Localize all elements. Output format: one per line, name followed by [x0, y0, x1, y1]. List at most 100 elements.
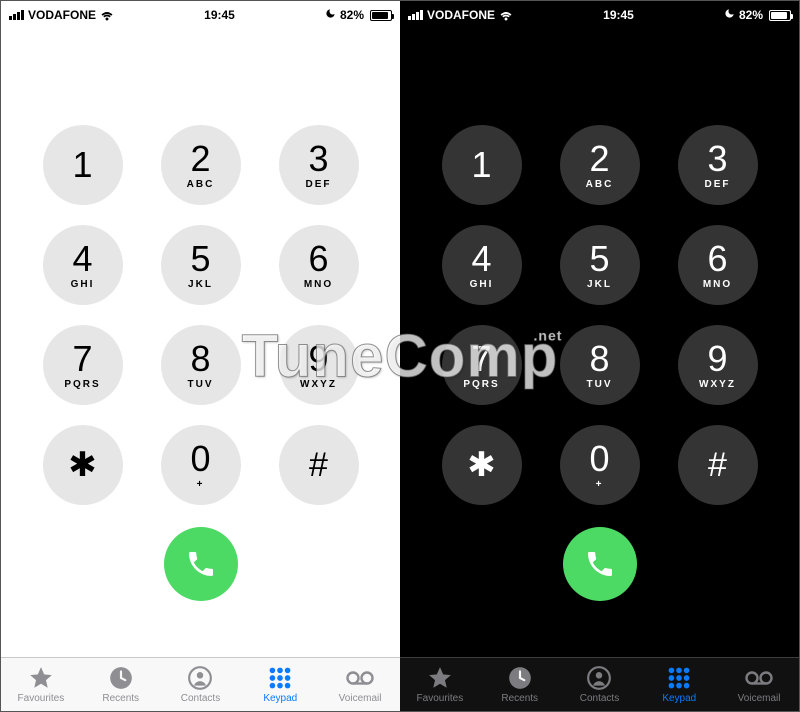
- status-bar: VODAFONE 19:45 82%: [1, 1, 400, 25]
- key-letters: MNO: [304, 279, 333, 290]
- key-letters: JKL: [587, 279, 612, 290]
- key-letters: ABC: [187, 179, 215, 190]
- key-letters: PQRS: [463, 379, 499, 390]
- tab-favourites[interactable]: Favourites: [1, 658, 81, 711]
- key-digit: 3: [308, 141, 328, 177]
- key-digit: 8: [190, 341, 210, 377]
- wifi-icon: [100, 10, 114, 21]
- tab-label: Favourites: [18, 693, 65, 704]
- phone-app-light: VODAFONE 19:45 82% 1 2 ABC 3 DEF 4GHI 5 JKL 6MNO…: [1, 1, 400, 711]
- key-digit: 2: [589, 141, 609, 177]
- key-digit: 2: [190, 141, 210, 177]
- tab-contacts[interactable]: Contacts: [161, 658, 241, 711]
- key-4[interactable]: 4GHI: [43, 225, 123, 305]
- tab-label: Favourites: [417, 693, 464, 704]
- carrier-label: VODAFONE: [427, 8, 495, 22]
- tab-bar: Favourites Recents Contacts KeypadVoicemail: [1, 657, 400, 711]
- tab-contacts[interactable]: Contacts: [560, 658, 640, 711]
- key-digit: 1: [471, 147, 491, 183]
- key-letters: GHI: [71, 279, 95, 290]
- key-letters: +: [596, 479, 604, 490]
- carrier-label: VODAFONE: [28, 8, 96, 22]
- key-hash[interactable]: #: [678, 425, 758, 505]
- key-digit: 0: [589, 441, 609, 477]
- key-1[interactable]: 1: [442, 125, 522, 205]
- voicemail-icon: [744, 665, 774, 691]
- tab-keypad[interactable]: Keypad: [639, 658, 719, 711]
- key-digit: 9: [308, 341, 328, 377]
- favourites-icon: [28, 665, 54, 691]
- keypad: 12ABC3DEF4GHI5JKL6MNO7PQRS8TUV9WXYZ✱0+#: [400, 125, 799, 505]
- key-0[interactable]: 0+: [560, 425, 640, 505]
- recents-icon: [108, 665, 134, 691]
- key-9[interactable]: 9 WXYZ: [678, 325, 758, 405]
- tab-label: Voicemail: [738, 693, 781, 704]
- tab-label: Contacts: [181, 693, 220, 704]
- key-3[interactable]: 3DEF: [678, 125, 758, 205]
- key-letters: WXYZ: [699, 379, 736, 390]
- key-digit: 9: [707, 341, 727, 377]
- key-2[interactable]: 2ABC: [560, 125, 640, 205]
- keypad-icon: [267, 665, 293, 691]
- battery-pct: 82%: [340, 8, 364, 22]
- key-digit: 0: [190, 441, 210, 477]
- tab-keypad[interactable]: Keypad: [240, 658, 320, 711]
- favourites-icon: [427, 665, 453, 691]
- battery-icon: [769, 10, 791, 21]
- key-letters: +: [197, 479, 205, 490]
- key-digit: #: [708, 448, 727, 482]
- key-digit: 8: [589, 341, 609, 377]
- clock: 19:45: [513, 8, 724, 22]
- key-5[interactable]: 5JKL: [560, 225, 640, 305]
- key-digit: 1: [72, 147, 92, 183]
- key-digit: 4: [471, 241, 491, 277]
- tab-bar: Favourites Recents ContactsKeypad Voicemail: [400, 657, 799, 711]
- tab-recents[interactable]: Recents: [480, 658, 560, 711]
- key-6[interactable]: 6MNO: [678, 225, 758, 305]
- key-digit: #: [309, 448, 328, 482]
- phone-icon: [584, 548, 616, 580]
- keypad: 12ABC3DEF4GHI5JKL6MNO7PQRS8TUV9WXYZ✱0+#: [1, 125, 400, 505]
- key-digit: 3: [707, 141, 727, 177]
- key-3[interactable]: 3 DEF: [279, 125, 359, 205]
- key-9[interactable]: 9 WXYZ: [279, 325, 359, 405]
- tab-favourites[interactable]: Favourites: [400, 658, 480, 711]
- key-star[interactable]: ✱: [442, 425, 522, 505]
- key-letters: GHI: [470, 279, 494, 290]
- call-button[interactable]: [563, 527, 637, 601]
- signal-icon: [408, 10, 423, 20]
- key-letters: WXYZ: [300, 379, 337, 390]
- key-8[interactable]: 8 TUV: [161, 325, 241, 405]
- key-letters: MNO: [703, 279, 732, 290]
- key-8[interactable]: 8 TUV: [560, 325, 640, 405]
- key-digit: 5: [190, 241, 210, 277]
- contacts-icon: [586, 665, 612, 691]
- key-1[interactable]: 1: [43, 125, 123, 205]
- key-letters: DEF: [306, 179, 332, 190]
- key-7[interactable]: 7PQRS: [43, 325, 123, 405]
- key-letters: TUV: [587, 379, 613, 390]
- key-letters: TUV: [188, 379, 214, 390]
- key-7[interactable]: 7PQRS: [442, 325, 522, 405]
- tab-voicemail[interactable]: Voicemail: [719, 658, 799, 711]
- call-button[interactable]: [164, 527, 238, 601]
- key-6[interactable]: 6MNO: [279, 225, 359, 305]
- key-0[interactable]: 0+: [161, 425, 241, 505]
- tab-voicemail[interactable]: Voicemail: [320, 658, 400, 711]
- key-hash[interactable]: #: [279, 425, 359, 505]
- key-letters: JKL: [188, 279, 213, 290]
- tab-label: Recents: [501, 693, 538, 704]
- key-5[interactable]: 5 JKL: [161, 225, 241, 305]
- key-2[interactable]: 2 ABC: [161, 125, 241, 205]
- tab-recents[interactable]: Recents: [81, 658, 161, 711]
- key-letters: PQRS: [64, 379, 100, 390]
- battery-pct: 82%: [739, 8, 763, 22]
- number-display: [1, 25, 400, 125]
- clock: 19:45: [114, 8, 325, 22]
- moon-icon: [724, 8, 735, 22]
- key-4[interactable]: 4 GHI: [442, 225, 522, 305]
- key-star[interactable]: ✱: [43, 425, 123, 505]
- phone-icon: [185, 548, 217, 580]
- keypad-icon: [666, 665, 692, 691]
- voicemail-icon: [345, 665, 375, 691]
